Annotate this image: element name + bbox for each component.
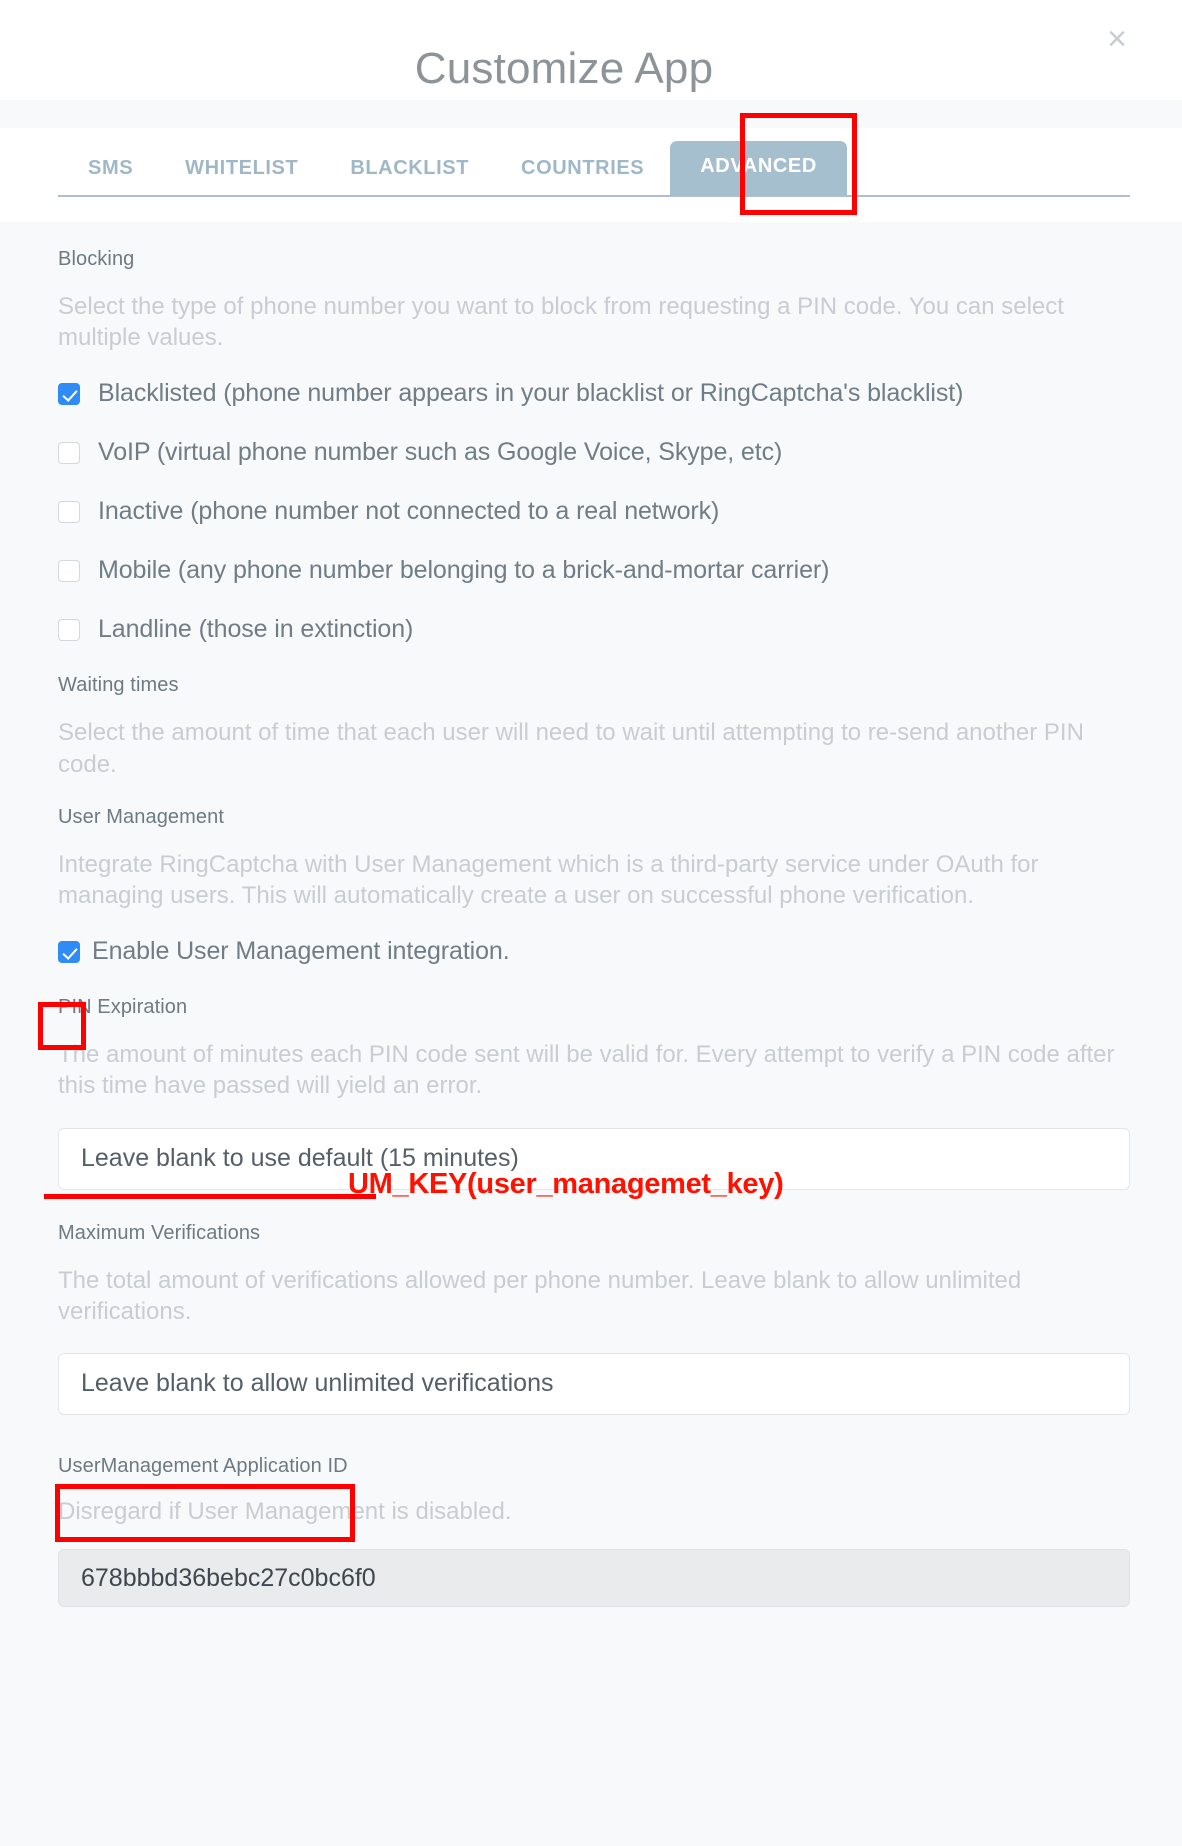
checkbox-enable-user-management[interactable]: [58, 940, 80, 963]
um-application-id-input[interactable]: [58, 1549, 1130, 1608]
maximum-verifications-section-label: Maximum Verifications: [58, 1221, 261, 1244]
waiting-times-section-description: Select the amount of time that each user…: [58, 719, 1084, 778]
tab-blacklist[interactable]: BLACKLIST: [324, 143, 495, 196]
tab-countries[interactable]: COUNTRIES: [495, 143, 670, 196]
page-title: Customize App: [414, 44, 714, 93]
checkbox-voip[interactable]: [58, 441, 80, 464]
um-application-id-description: Disregard if User Management is disabled…: [58, 1497, 512, 1525]
checkbox-inactive[interactable]: [58, 500, 80, 523]
close-icon[interactable]: ×: [1100, 22, 1134, 58]
tab-whitelist[interactable]: WHITELIST: [159, 143, 324, 196]
user-management-section-description: Integrate RingCaptcha with User Manageme…: [58, 850, 1039, 909]
pin-expiration-section-description: The amount of minutes each PIN code sent…: [58, 1041, 1115, 1100]
advanced-settings-panel: Blocking Select the type of phone number…: [0, 222, 1182, 1846]
checkbox-row-enable-user-management[interactable]: Enable User Management integration.: [58, 937, 1124, 966]
tab-sms[interactable]: SMS: [58, 143, 159, 196]
highlight-underline-um-label: [44, 1194, 376, 1199]
checkbox-row-landline[interactable]: Landline (those in extinction): [58, 615, 1124, 644]
checkbox-label-mobile[interactable]: Mobile (any phone number belonging to a …: [98, 556, 829, 585]
checkbox-landline[interactable]: [58, 618, 80, 641]
user-management-section-label: User Management: [58, 805, 225, 828]
checkbox-label-blacklisted[interactable]: Blacklisted (phone number appears in you…: [98, 379, 963, 408]
blocking-section-label: Blocking: [58, 248, 135, 270]
customize-app-modal: × Customize App SMS WHITELIST BLACKLIST …: [0, 0, 1182, 1846]
annotation-um-key-text: UM_KEY(user_managemet_key): [348, 1168, 784, 1200]
pin-expiration-section-label: PIN Expiration: [58, 996, 188, 1019]
maximum-verifications-section-description: The total amount of verifications allowe…: [58, 1266, 1022, 1325]
checkbox-label-voip[interactable]: VoIP (virtual phone number such as Googl…: [98, 438, 782, 467]
checkbox-label-inactive[interactable]: Inactive (phone number not connected to …: [98, 497, 719, 526]
checkbox-row-mobile[interactable]: Mobile (any phone number belonging to a …: [58, 556, 1124, 585]
checkbox-row-voip[interactable]: VoIP (virtual phone number such as Googl…: [58, 438, 1124, 467]
tab-advanced[interactable]: ADVANCED: [670, 141, 847, 196]
checkbox-row-inactive[interactable]: Inactive (phone number not connected to …: [58, 497, 1124, 526]
waiting-times-section-label: Waiting times: [58, 674, 179, 697]
checkbox-label-enable-user-management[interactable]: Enable User Management integration.: [92, 937, 510, 966]
tab-divider: [58, 195, 1130, 197]
checkbox-label-landline[interactable]: Landline (those in extinction): [98, 615, 413, 644]
checkbox-row-blacklisted[interactable]: Blacklisted (phone number appears in you…: [58, 379, 1124, 408]
um-application-id-label: UserManagement Application ID: [58, 1454, 348, 1477]
blocking-section-description: Select the type of phone number you want…: [58, 293, 1064, 352]
checkbox-mobile[interactable]: [58, 559, 80, 582]
tab-bar: SMS WHITELIST BLACKLIST COUNTRIES ADVANC…: [0, 128, 1182, 222]
tab-list: SMS WHITELIST BLACKLIST COUNTRIES ADVANC…: [58, 128, 847, 196]
checkbox-blacklisted[interactable]: [58, 382, 80, 405]
maximum-verifications-input[interactable]: [58, 1352, 1130, 1415]
